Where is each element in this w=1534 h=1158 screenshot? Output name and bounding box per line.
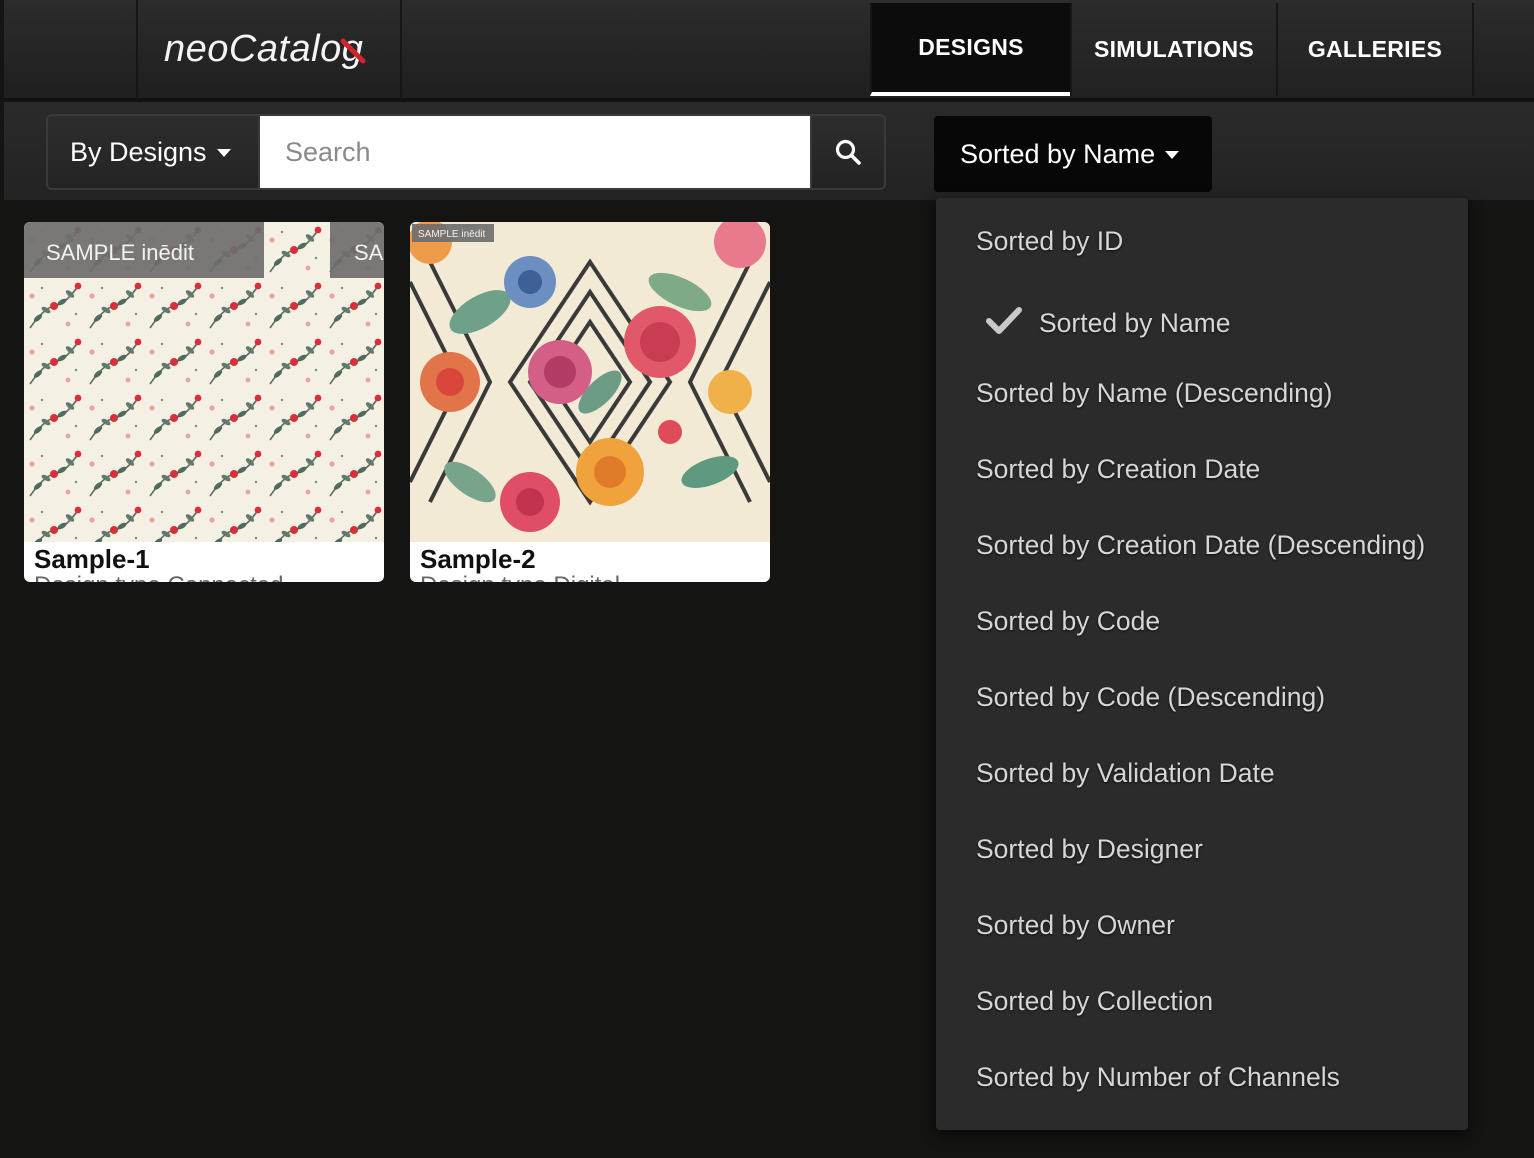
header-divider [400, 0, 402, 100]
search-button[interactable] [810, 114, 886, 190]
search-icon [835, 139, 861, 165]
sort-option-channels[interactable]: Sorted by Number of Channels [976, 1062, 1340, 1093]
tab-galleries[interactable]: GALLERIES [1276, 3, 1474, 96]
watermark-text: SAMPLE inēdit [418, 229, 485, 240]
sort-option-creation-date[interactable]: Sorted by Creation Date [976, 454, 1260, 485]
design-card-title: Sample-1 [34, 544, 150, 574]
logo-badge-icon [340, 38, 366, 64]
design-card-subtitle: Design type Connected [34, 574, 284, 583]
sort-dropdown-menu: Sorted by ID Sorted by Name Sorted by Na… [936, 198, 1468, 1130]
filter-dropdown[interactable]: By Designs [46, 114, 260, 190]
sort-option-creation-date-desc[interactable]: Sorted by Creation Date (Descending) [976, 530, 1425, 561]
sort-option-designer[interactable]: Sorted by Designer [976, 834, 1203, 865]
tab-simulations-label: SIMULATIONS [1093, 36, 1255, 62]
header-divider [136, 0, 138, 100]
sort-option-collection[interactable]: Sorted by Collection [976, 986, 1213, 1017]
design-card-title: Sample-2 [420, 544, 536, 574]
sort-option-name[interactable]: Sorted by Name [1039, 308, 1230, 339]
sort-option-validation-date[interactable]: Sorted by Validation Date [976, 758, 1275, 789]
checkmark-icon [986, 307, 1022, 334]
caret-down-icon [1165, 151, 1180, 159]
filter-dropdown-label: By Designs [70, 136, 207, 167]
design-card-subtitle: Design type Digital [420, 574, 620, 583]
tab-simulations[interactable]: SIMULATIONS [1070, 3, 1276, 96]
watermark-text-partial: SA [354, 240, 384, 265]
search-input[interactable] [258, 114, 812, 190]
sort-dropdown-button[interactable]: Sorted by Name [934, 116, 1212, 192]
tab-designs-label: DESIGNS [918, 34, 1024, 60]
design-thumbnail: SAMPLE inēdit SA [24, 222, 384, 542]
app-window: neoCatalog DESIGNS SIMULATIONS GALLERIES… [0, 0, 1534, 1158]
sort-option-owner[interactable]: Sorted by Owner [976, 910, 1175, 941]
floral-pattern-image: SAMPLE inēdit SA [24, 222, 384, 542]
sort-option-code[interactable]: Sorted by Code [976, 606, 1160, 637]
caret-down-icon [216, 149, 231, 157]
tab-galleries-label: GALLERIES [1307, 36, 1443, 62]
watermark-text: SAMPLE inēdit [46, 240, 194, 265]
sort-option-id[interactable]: Sorted by ID [976, 226, 1123, 257]
sort-dropdown-label: Sorted by Name [960, 138, 1156, 169]
tab-designs[interactable]: DESIGNS [870, 3, 1070, 96]
design-card-sample-1[interactable]: SAMPLE inēdit SA Sample-1 Design type Co… [24, 222, 384, 582]
design-card-sample-2[interactable]: SAMPLE inēdit Sample-2 Design type Digit… [410, 222, 770, 582]
floral-pattern-image: SAMPLE inēdit [410, 222, 770, 542]
sort-option-code-desc[interactable]: Sorted by Code (Descending) [976, 682, 1325, 713]
app-logo[interactable]: neoCatalog [164, 24, 363, 74]
sort-option-name-desc[interactable]: Sorted by Name (Descending) [976, 378, 1332, 409]
design-thumbnail: SAMPLE inēdit [410, 222, 770, 542]
